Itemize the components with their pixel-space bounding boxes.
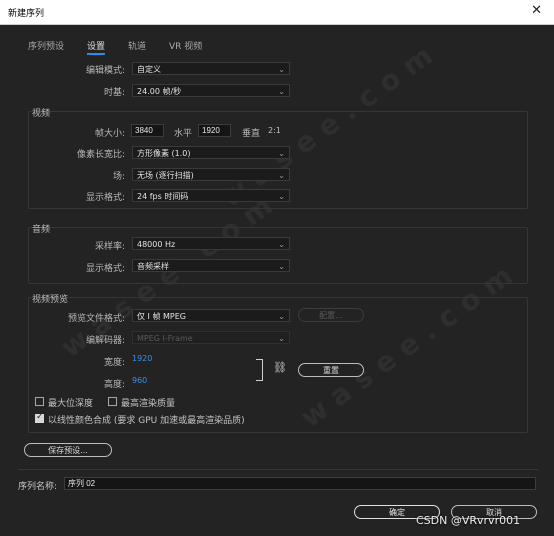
link-bracket [256,359,263,381]
preview-height-value[interactable]: 960 [132,376,147,385]
pixel-aspect-value: 方形像素 (1.0) [137,149,191,158]
video-section-title: 视频 [32,109,51,119]
max-render-quality-label: 最高渲染质量 [121,399,176,409]
csdn-watermark: CSDN @VRvrvr001 [416,514,521,527]
fields-label: 场: [112,172,125,182]
chevron-down-icon: ⌄ [278,171,285,180]
codec-value: MPEG I-Frame [137,334,193,343]
max-render-quality-checkbox[interactable] [108,397,117,406]
preview-format-select[interactable]: 仅 I 帧 MPEG ⌄ [132,309,290,322]
close-icon[interactable]: ✕ [531,3,542,18]
timebase-label: 时基: [103,88,125,98]
tab-tracks[interactable]: 轨道 [128,39,146,52]
aspect-ratio: 2:1 [268,126,281,135]
audio-display-format-label: 显示格式: [85,264,125,274]
pixel-aspect-label: 像素长宽比: [76,150,125,160]
video-display-format-label: 显示格式: [85,193,125,203]
timebase-value: 24.00 帧/秒 [137,87,182,96]
pixel-aspect-select[interactable]: 方形像素 (1.0) ⌄ [132,146,290,159]
sample-rate-value: 48000 Hz [137,240,176,249]
max-bit-depth-label: 最大位深度 [48,399,94,409]
video-preview-title: 视频预览 [32,295,69,305]
chevron-down-icon: ⌄ [278,192,285,201]
audio-section-title: 音频 [32,225,51,235]
linear-color-label: 以线性颜色合成 (要求 GPU 加速或最高渲染品质) [48,416,245,426]
footer-divider [18,469,538,470]
save-preset-button[interactable]: 保存预设... [24,443,112,457]
chevron-down-icon: ⌄ [278,87,285,96]
video-display-format-value: 24 fps 时间码 [137,192,189,201]
audio-section [28,227,528,284]
fields-select[interactable]: 无场 (逐行扫描) ⌄ [132,168,290,181]
chevron-down-icon: ⌄ [278,65,285,74]
chevron-down-icon: ⌄ [278,312,285,321]
preview-format-label: 预览文件格式: [67,314,125,324]
reset-button[interactable]: 重置 [298,363,364,377]
link-icon[interactable]: ⛓ [273,361,287,374]
sequence-name-field[interactable] [64,477,536,490]
preview-format-value: 仅 I 帧 MPEG [137,312,186,321]
fields-value: 无场 (逐行扫描) [137,171,194,180]
chevron-down-icon: ⌄ [278,240,285,249]
codec-label: 编解码器: [85,336,125,346]
chevron-down-icon: ⌄ [278,262,285,271]
tab-sequence-presets[interactable]: 序列预设 [28,39,64,52]
tab-settings[interactable]: 设置 [87,39,106,55]
sample-rate-select[interactable]: 48000 Hz ⌄ [132,237,290,250]
timebase-select[interactable]: 24.00 帧/秒 ⌄ [132,84,290,97]
tab-vr-video[interactable]: VR 视频 [169,39,202,52]
video-display-format-select[interactable]: 24 fps 时间码 ⌄ [132,189,290,202]
preview-width-label: 宽度: [103,358,125,368]
title-bar: 新建序列 ✕ [0,0,554,25]
vertical-label: 垂直 [241,129,260,139]
linear-color-checkbox[interactable] [35,412,44,423]
chevron-down-icon: ⌄ [278,149,285,158]
preview-height-label: 高度: [103,380,125,390]
configure-button[interactable]: 配置... [298,308,364,322]
codec-select[interactable]: MPEG I-Frame ⌄ [132,331,290,344]
preview-width-value[interactable]: 1920 [132,354,152,363]
audio-display-format-select[interactable]: 音频采样 ⌄ [132,259,290,272]
audio-display-format-value: 音频采样 [137,262,169,271]
window-title: 新建序列 [8,9,45,19]
editing-mode-value: 自定义 [137,65,161,74]
sequence-name-label: 序列名称: [18,482,58,492]
max-bit-depth-checkbox[interactable] [35,397,44,406]
sample-rate-label: 采样率: [94,242,125,252]
editing-mode-select[interactable]: 自定义 ⌄ [132,62,290,75]
editing-mode-label: 编辑模式: [85,66,125,76]
chevron-down-icon: ⌄ [278,334,285,343]
